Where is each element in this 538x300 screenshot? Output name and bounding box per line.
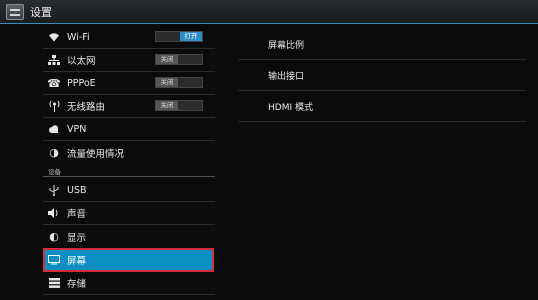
sidebar-item-label: PPPoE <box>67 77 96 89</box>
detail-item-label: 屏幕比例 <box>268 41 305 51</box>
sidebar-item-label: USB <box>67 184 87 196</box>
display-icon: ◐ <box>49 230 59 243</box>
sidebar-item-label: 存储 <box>67 279 87 290</box>
sidebar-item-label: Wi-Fi <box>67 31 90 43</box>
sidebar-item-label: 显示 <box>67 232 87 244</box>
sidebar-item-label: 声音 <box>67 209 87 220</box>
detail-item-label: HDMI 模式 <box>268 103 313 113</box>
detail-item-hdmi-mode[interactable]: HDMI 模式 <box>238 92 526 122</box>
toggle-state-label: 关闭 <box>156 55 178 64</box>
sidebar-item-screen[interactable]: 屏幕 <box>43 248 214 272</box>
ethernet-icon <box>47 53 61 67</box>
settings-app-icon <box>6 3 24 20</box>
phone-icon: ☎ <box>47 76 61 90</box>
sidebar-item-vpn[interactable]: VPN <box>43 118 215 141</box>
screen-icon <box>47 253 61 267</box>
detail-item-output-interface[interactable]: 输出接口 <box>238 61 526 91</box>
sidebar-item-sound[interactable]: 声音 <box>43 202 215 225</box>
ethernet-toggle[interactable]: 关闭 <box>155 54 203 65</box>
sidebar-item-label: 以太网 <box>67 56 96 67</box>
sidebar-item-label: 流量使用情况 <box>67 148 125 160</box>
sidebar-item-label: 屏幕 <box>67 255 87 267</box>
sidebar-item-usb[interactable]: USB <box>43 179 215 202</box>
toggle-state-label: 打开 <box>180 32 202 41</box>
storage-icon <box>47 276 61 290</box>
wifi-icon <box>47 30 61 44</box>
sidebar-item-label: 无线路由 <box>67 102 106 113</box>
antenna-icon <box>47 99 61 113</box>
cloud-icon <box>47 122 61 136</box>
sidebar-item-wifi[interactable]: Wi-Fi 打开 <box>43 26 215 49</box>
hotspot-toggle[interactable]: 关闭 <box>155 100 203 111</box>
title-bar: 设置 <box>0 0 538 24</box>
sidebar-item-pppoe[interactable]: ☎ PPPoE 关闭 <box>43 72 215 95</box>
section-header-device: 设备 <box>48 168 61 176</box>
detail-item-label: 输出接口 <box>268 72 305 82</box>
toggle-state-label: 关闭 <box>156 78 178 87</box>
pppoe-toggle[interactable]: 关闭 <box>155 77 203 88</box>
wifi-toggle[interactable]: 打开 <box>155 31 203 42</box>
speaker-icon <box>47 206 61 220</box>
sidebar-item-storage[interactable]: 存储 <box>43 272 215 295</box>
sidebar-item-display[interactable]: ◐ 显示 <box>43 225 215 248</box>
sidebar-item-data-usage[interactable]: ◑ 流量使用情况 <box>43 141 215 164</box>
detail-item-aspect-ratio[interactable]: 屏幕比例 <box>238 30 526 60</box>
sidebar-item-ethernet[interactable]: 以太网 关闭 <box>43 49 215 72</box>
toggle-state-label: 关闭 <box>156 101 178 110</box>
section-divider <box>43 176 215 177</box>
window-title: 设置 <box>30 5 52 19</box>
sidebar-item-hotspot[interactable]: 无线路由 关闭 <box>43 95 215 118</box>
usb-icon <box>47 183 61 197</box>
data-usage-icon: ◑ <box>49 146 59 159</box>
sidebar-item-label: VPN <box>67 123 87 135</box>
